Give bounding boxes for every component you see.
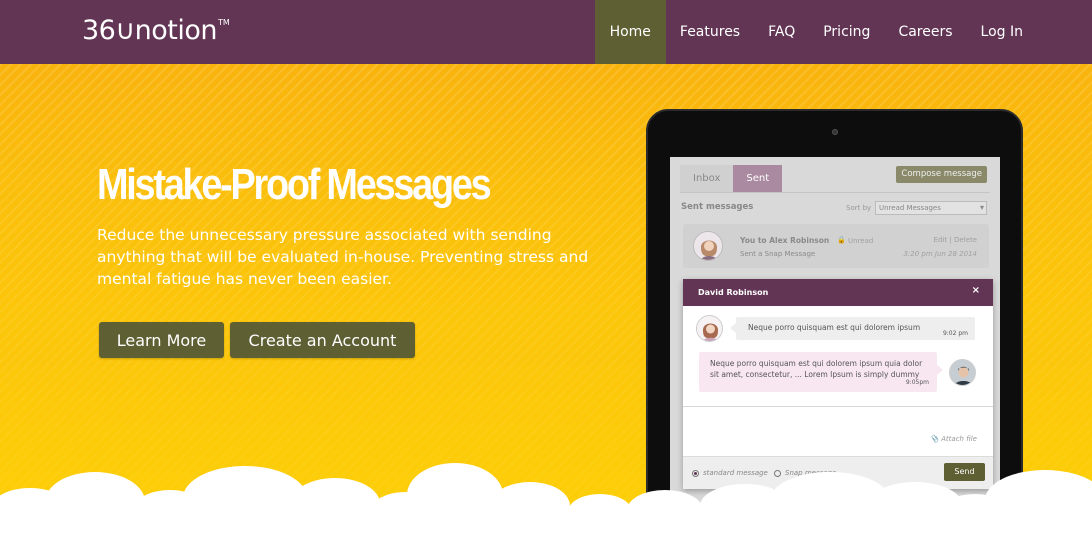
learn-more-button[interactable]: Learn More	[99, 322, 224, 358]
chat-message-received: Neque porro quisquam est qui dolorem ips…	[730, 317, 975, 340]
sort-select[interactable]: Unread Messages	[875, 201, 987, 215]
message-row[interactable]: You to Alex Robinson 🔒 Unread Sent a Sna…	[683, 224, 989, 268]
avatar	[693, 231, 723, 261]
sort-label: Sort by	[846, 204, 872, 212]
chat-contact-name: David Robinson	[698, 288, 769, 297]
man-avatar-icon	[950, 360, 975, 385]
tab-sent[interactable]: Sent	[733, 165, 783, 192]
chat-message-time: 9:05pm	[905, 379, 929, 386]
logo-text: 36∪notion	[82, 15, 217, 46]
nav-item-features[interactable]: Features	[666, 0, 754, 64]
nav-menu: Home Features FAQ Pricing Careers Log In	[594, 0, 1037, 64]
logo[interactable]: 36∪notion TM	[82, 14, 230, 48]
divider	[680, 192, 990, 193]
message-subject: Sent a Snap Message	[740, 250, 816, 258]
lock-icon: 🔒	[837, 236, 846, 244]
tab-inbox[interactable]: Inbox	[680, 165, 734, 192]
message-status: Unread	[848, 237, 874, 245]
hero-headline: Mistake-Proof Messages	[97, 160, 492, 209]
close-icon[interactable]: ×	[972, 285, 980, 296]
sent-messages-title: Sent messages	[681, 202, 754, 212]
chat-message-text: Neque porro quisquam est qui dolorem ips…	[710, 359, 923, 379]
nav-item-faq[interactable]: FAQ	[754, 0, 809, 64]
nav-item-home[interactable]: Home	[594, 0, 666, 64]
compose-message-button[interactable]: Compose message	[896, 166, 987, 183]
message-date: 3:20 pm Jun 28 2014	[903, 250, 977, 258]
message-actions[interactable]: Edit | Delete	[934, 236, 977, 244]
chat-header: David Robinson ×	[683, 279, 993, 306]
nav-item-careers[interactable]: Careers	[884, 0, 966, 64]
tablet-camera	[832, 129, 838, 135]
nav-item-pricing[interactable]: Pricing	[809, 0, 884, 64]
divider	[683, 406, 993, 407]
message-tabs: Inbox Sent	[680, 165, 783, 192]
logo-trademark: TM	[217, 18, 230, 27]
clouds-decoration	[0, 463, 1092, 554]
hero-subtext: Reduce the unnecessary pressure associat…	[97, 226, 589, 288]
avatar	[696, 315, 723, 342]
chat-message-text: Neque porro quisquam est qui dolorem ips…	[748, 323, 921, 332]
message-recipient: You to Alex Robinson	[740, 236, 830, 245]
chat-body: Neque porro quisquam est qui dolorem ips…	[683, 306, 993, 406]
create-account-button[interactable]: Create an Account	[230, 322, 415, 358]
nav-item-login[interactable]: Log In	[967, 0, 1037, 64]
woman-avatar-icon	[694, 232, 722, 260]
chat-message-time: 9:02 pm	[942, 330, 968, 337]
woman-avatar-icon	[697, 316, 722, 341]
top-navbar: 36∪notion TM Home Features FAQ Pricing C…	[0, 0, 1092, 64]
avatar	[949, 359, 976, 386]
chat-message-sent: Neque porro quisquam est qui dolorem ips…	[699, 352, 943, 392]
